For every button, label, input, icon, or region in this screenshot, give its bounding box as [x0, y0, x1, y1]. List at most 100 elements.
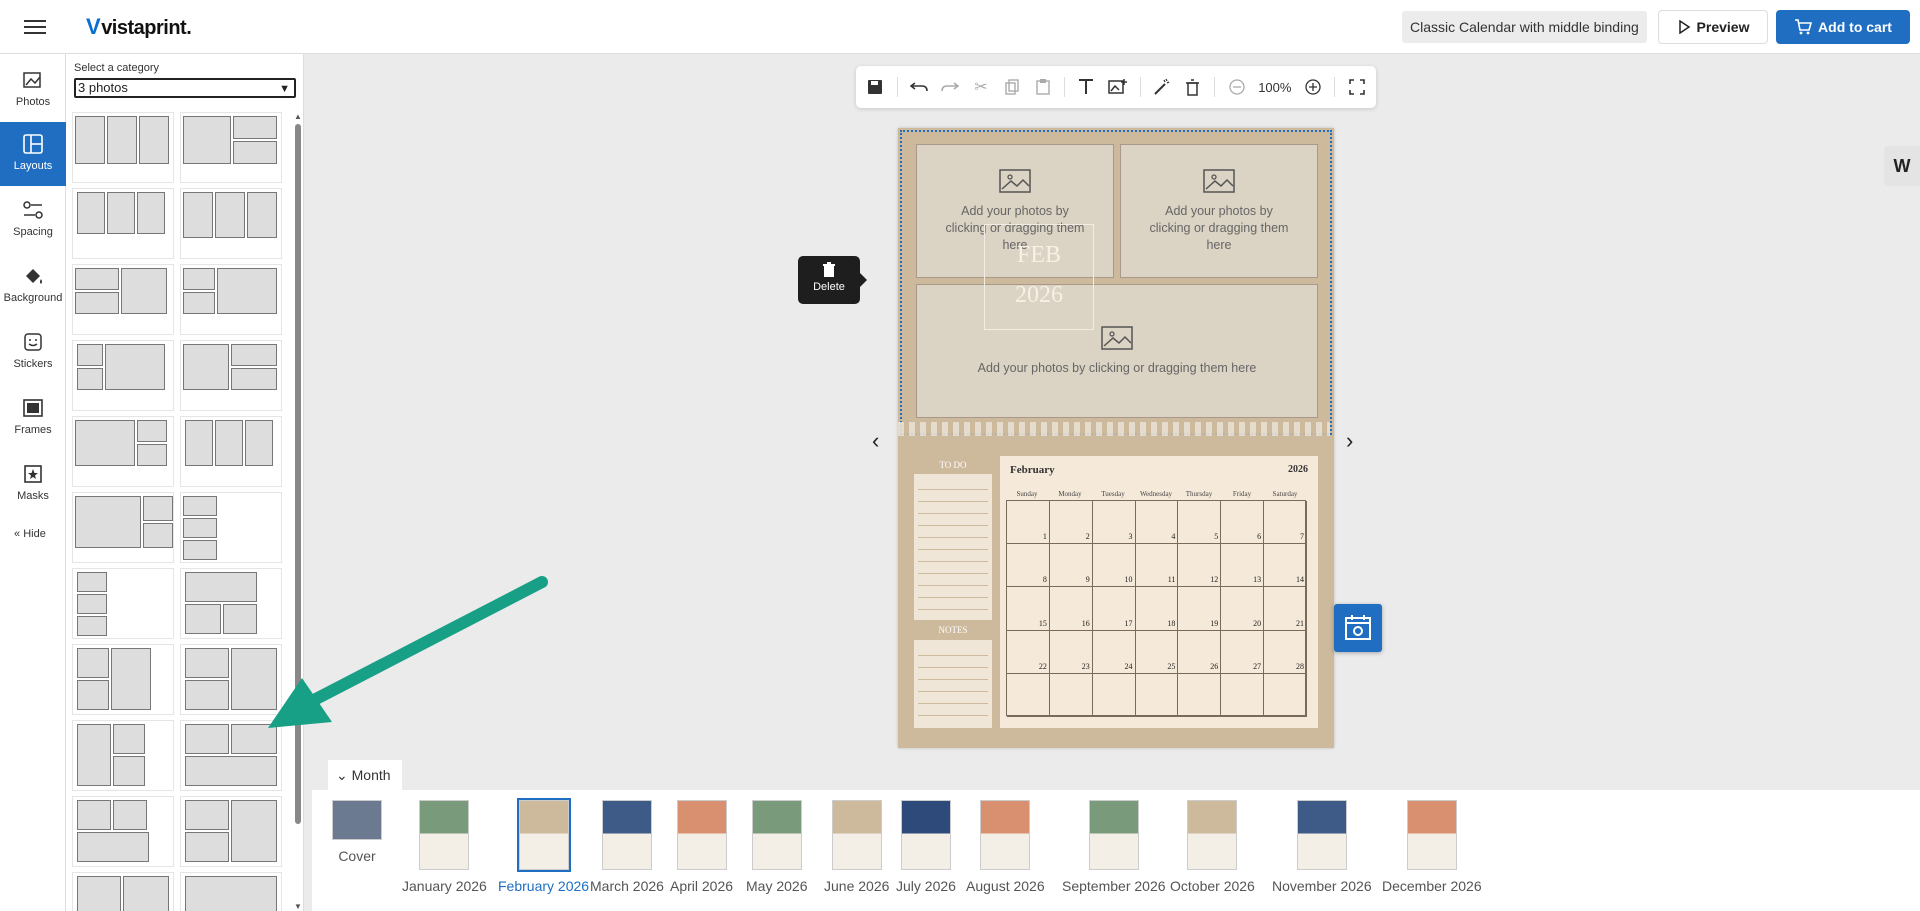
- photo-slot-prompt: Add your photos by clicking or dragging …: [977, 360, 1257, 375]
- layout-tile[interactable]: [72, 644, 174, 715]
- save-icon[interactable]: [866, 77, 885, 97]
- scroll-up-icon[interactable]: ▲: [294, 112, 302, 121]
- image-placeholder-icon: [1101, 325, 1133, 350]
- add-image-icon[interactable]: [1108, 77, 1128, 97]
- layout-tile[interactable]: [72, 264, 174, 335]
- rail-item-stickers[interactable]: Stickers: [0, 320, 66, 384]
- layout-tile[interactable]: [180, 264, 282, 335]
- magic-wand-icon[interactable]: [1153, 77, 1172, 97]
- layout-tile[interactable]: [180, 416, 282, 487]
- rail-label-masks: Masks: [17, 490, 49, 502]
- day-number: 11: [1167, 575, 1176, 585]
- paste-icon[interactable]: [1033, 77, 1052, 97]
- fullscreen-icon[interactable]: [1347, 77, 1366, 97]
- rail-item-spacing[interactable]: Spacing: [0, 188, 66, 252]
- month-year-overlay[interactable]: FEB 2026: [984, 224, 1094, 330]
- layout-tile[interactable]: [72, 720, 174, 791]
- layout-tile[interactable]: [72, 416, 174, 487]
- calendar-day-cell: 24: [1092, 630, 1136, 674]
- layout-tile[interactable]: [72, 568, 174, 639]
- chevron-collapse-icon: ⌄: [336, 767, 348, 783]
- day-number: 27: [1253, 661, 1262, 671]
- weekday-label: Monday: [1058, 490, 1082, 498]
- thumb-month[interactable]: March 2026: [590, 800, 664, 894]
- day-number: 23: [1081, 661, 1090, 671]
- zoom-in-icon[interactable]: [1303, 77, 1322, 97]
- next-page-chevron-icon[interactable]: ›: [1346, 428, 1353, 454]
- redo-icon[interactable]: [941, 77, 960, 97]
- thumbnail-label: June 2026: [824, 878, 890, 894]
- layout-tile[interactable]: [180, 872, 282, 911]
- layout-tile[interactable]: [180, 340, 282, 411]
- day-number: 21: [1295, 618, 1304, 628]
- layout-tile[interactable]: [180, 492, 282, 563]
- photo-slot[interactable]: Add your photos by clicking or dragging …: [916, 284, 1318, 418]
- side-widget-w-icon[interactable]: W: [1884, 146, 1920, 186]
- panel-scrollbar[interactable]: ▲ ▼: [294, 112, 302, 911]
- thumb-month[interactable]: October 2026: [1170, 800, 1255, 894]
- copy-icon[interactable]: [1002, 77, 1021, 97]
- mask-icon: [24, 465, 42, 483]
- thumb-month[interactable]: May 2026: [746, 800, 807, 894]
- previous-page-chevron-icon[interactable]: ‹: [872, 428, 879, 454]
- calendar-day-cell: 27: [1221, 630, 1265, 674]
- hide-panel-button[interactable]: « Hide: [14, 528, 46, 540]
- brand-logo[interactable]: Vvistaprint.: [86, 14, 192, 40]
- editor-toolbar: ✂ 100%: [856, 66, 1376, 108]
- month-strip-toggle[interactable]: ⌄ Month: [328, 760, 402, 790]
- thumb-cover[interactable]: Cover: [332, 800, 382, 864]
- layout-tile[interactable]: [72, 796, 174, 867]
- hamburger-menu-icon[interactable]: [22, 16, 48, 38]
- layout-tile[interactable]: [180, 796, 282, 867]
- layout-tile[interactable]: [72, 112, 174, 183]
- day-number: 20: [1253, 618, 1262, 628]
- scroll-down-icon[interactable]: ▼: [294, 902, 302, 911]
- layout-tile[interactable]: [180, 188, 282, 259]
- rail-item-layouts[interactable]: Layouts: [0, 122, 66, 186]
- trash-icon: [823, 262, 835, 277]
- rail-item-photos[interactable]: Photos: [0, 58, 66, 122]
- weekday-label: Friday: [1232, 490, 1252, 498]
- calendar-day-cell: 10: [1092, 544, 1136, 588]
- rail-item-background[interactable]: Background: [0, 254, 66, 318]
- layout-tile[interactable]: [72, 872, 174, 911]
- thumb-month[interactable]: August 2026: [966, 800, 1045, 894]
- clear-all-icon[interactable]: [1184, 77, 1203, 97]
- thumb-month[interactable]: November 2026: [1272, 800, 1372, 894]
- thumb-month[interactable]: June 2026: [824, 800, 889, 894]
- day-number: 18: [1167, 618, 1176, 628]
- photo-slot[interactable]: Add your photos by clicking or dragging …: [1120, 144, 1318, 278]
- thumb-month[interactable]: July 2026: [896, 800, 956, 894]
- layout-tile[interactable]: [72, 492, 174, 563]
- calendar-day-cell: 21: [1264, 587, 1307, 631]
- undo-icon[interactable]: [910, 77, 929, 97]
- thumbnail-label: March 2026: [590, 878, 664, 894]
- frame-icon: [23, 399, 43, 417]
- thumb-month[interactable]: September 2026: [1062, 800, 1166, 894]
- cut-icon[interactable]: ✂: [971, 77, 990, 97]
- add-to-cart-button[interactable]: Add to cart: [1776, 10, 1910, 44]
- calendar-day-cell: 12: [1178, 544, 1222, 588]
- product-name-chip[interactable]: Classic Calendar with middle binding: [1402, 11, 1647, 43]
- photo-layout-area[interactable]: Add your photos by clicking or dragging …: [900, 130, 1332, 435]
- zoom-out-icon[interactable]: [1227, 77, 1246, 97]
- spacing-icon: [23, 201, 43, 219]
- day-number: 3: [1128, 532, 1133, 542]
- thumb-month[interactable]: January 2026: [402, 800, 487, 894]
- layout-tile[interactable]: [72, 340, 174, 411]
- thumb-month[interactable]: December 2026: [1382, 800, 1482, 894]
- calendar-day-grid: 1 2 3 4 5 6 7 8 9 10 11 12 13 14 15 16 17 18 19 20 21 22 23 24 2…: [1006, 500, 1307, 717]
- rail-item-frames[interactable]: Frames: [0, 386, 66, 450]
- thumb-month[interactable]: April 2026: [670, 800, 733, 894]
- preview-button[interactable]: Preview: [1658, 10, 1768, 44]
- rail-item-masks[interactable]: Masks: [0, 452, 66, 516]
- spiral-binding: [898, 422, 1330, 436]
- delete-popover[interactable]: Delete: [798, 256, 867, 304]
- calendar-settings-button[interactable]: [1334, 604, 1382, 652]
- layout-tile[interactable]: [72, 188, 174, 259]
- layout-tile[interactable]: [180, 112, 282, 183]
- calendar-day-cell: [1135, 673, 1179, 717]
- thumb-month[interactable]: February 2026: [498, 798, 589, 894]
- category-select[interactable]: 3 photos ▼: [74, 78, 296, 98]
- add-text-icon[interactable]: [1077, 77, 1096, 97]
